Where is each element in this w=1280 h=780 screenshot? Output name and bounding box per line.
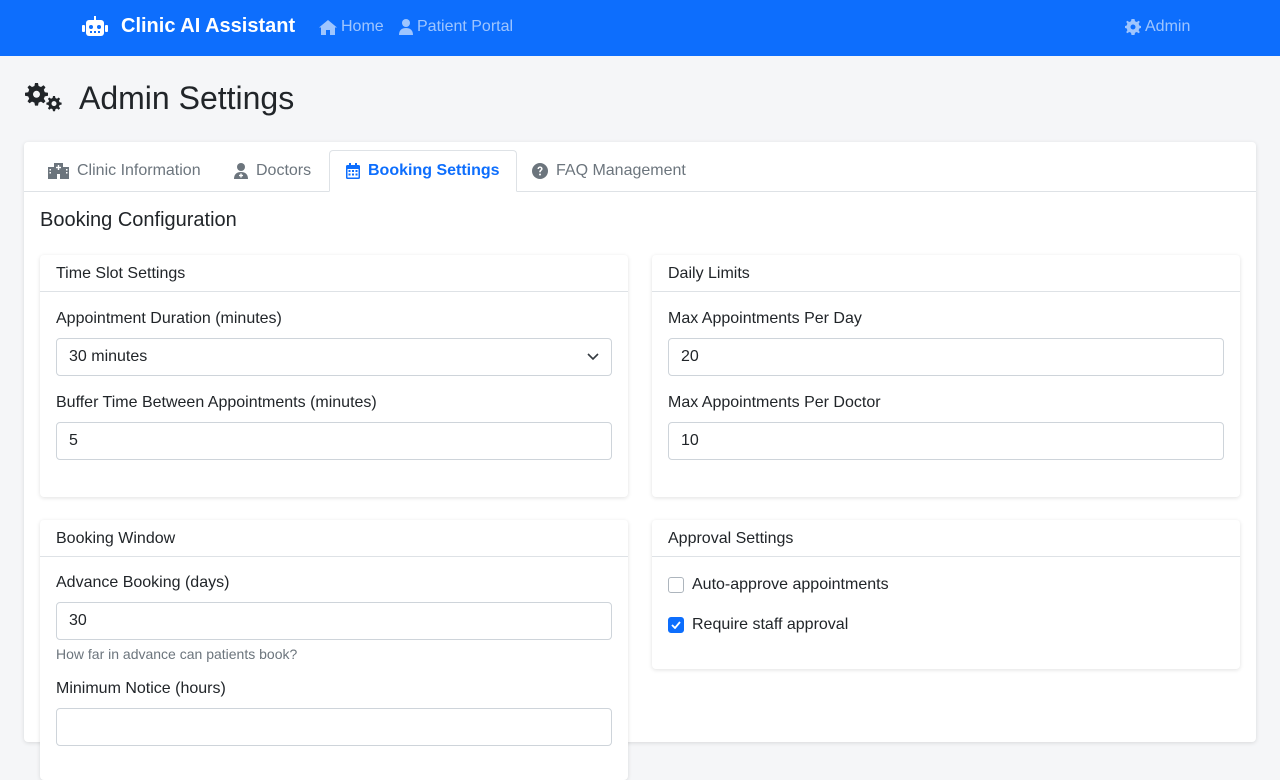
calendar-icon [346,163,360,179]
tab-clinic-information-label: Clinic Information [77,162,201,179]
booking-window-header: Booking Window [40,521,628,557]
appointment-duration-select[interactable]: 30 minutes [56,338,612,376]
advance-booking-input[interactable]: 30 [56,602,612,640]
tab-booking-settings-label: Booking Settings [368,162,500,179]
booking-configuration-title: Booking Configuration [40,209,237,231]
appointment-duration-label: Appointment Duration (minutes) [56,310,282,327]
brand[interactable]: Clinic AI Assistant [82,15,295,38]
page-title: Admin Settings [24,80,294,117]
doctor-icon [234,163,248,179]
auto-approve-label: Auto-approve appointments [692,576,889,593]
require-staff-approval-label: Require staff approval [692,616,849,633]
max-per-doctor-label: Max Appointments Per Doctor [668,394,881,411]
minimum-notice-label: Minimum Notice (hours) [56,680,226,697]
buffer-time-input[interactable]: 5 [56,422,612,460]
brand-name: Clinic AI Assistant [121,15,296,37]
tab-doctors[interactable]: Doctors [218,150,327,192]
settings-tabs: Clinic Information Doctors Booking Setti… [24,150,1256,192]
auto-approve-option[interactable]: Auto-approve appointments [668,573,1224,597]
gear-icon [1125,19,1141,35]
max-per-day-label: Max Appointments Per Day [668,310,862,327]
time-slot-settings-card: Time Slot Settings Appointment Duration … [40,255,628,497]
nav-home-label: Home [341,18,384,35]
nav-patient-portal-link[interactable]: Patient Portal [399,18,513,36]
user-icon [399,19,413,35]
time-slot-settings-header: Time Slot Settings [40,256,628,292]
nav-patient-portal-label: Patient Portal [417,18,514,35]
tab-booking-settings[interactable]: Booking Settings [329,150,517,192]
chevron-down-icon [587,353,599,361]
require-staff-approval-option[interactable]: Require staff approval [668,613,1224,637]
nav-admin-label: Admin [1145,18,1191,35]
tab-faq-management-label: FAQ Management [556,162,686,179]
daily-limits-card: Daily Limits Max Appointments Per Day 20… [652,255,1240,497]
approval-settings-header: Approval Settings [652,521,1240,557]
tab-doctors-label: Doctors [256,162,312,179]
buffer-time-label: Buffer Time Between Appointments (minute… [56,394,377,411]
tab-faq-management[interactable]: FAQ Management [516,150,702,192]
tab-clinic-information[interactable]: Clinic Information [32,150,217,192]
auto-approve-checkbox[interactable] [668,577,684,593]
question-circle-icon [532,163,548,179]
daily-limits-header: Daily Limits [652,256,1240,292]
minimum-notice-input[interactable] [56,708,612,746]
advance-booking-label: Advance Booking (days) [56,574,230,591]
page-title-text: Admin Settings [79,80,295,116]
booking-window-card: Booking Window Advance Booking (days) 30… [40,520,628,780]
require-staff-approval-checkbox[interactable] [668,617,684,633]
nav-admin-link[interactable]: Admin [1125,18,1190,36]
max-per-doctor-input[interactable]: 10 [668,422,1224,460]
gears-icon [25,82,62,111]
home-icon [319,19,337,35]
advance-booking-help: How far in advance can patients book? [56,646,298,662]
hospital-icon [48,163,69,179]
nav-home-link[interactable]: Home [319,18,384,36]
appointment-duration-value: 30 minutes [69,348,148,365]
approval-settings-card: Approval Settings Auto-approve appointme… [652,520,1240,669]
check-icon [671,621,681,629]
max-per-day-input[interactable]: 20 [668,338,1224,376]
robot-icon [82,15,108,36]
top-navbar: Clinic AI Assistant Home Patient Portal … [0,0,1280,56]
settings-card: Clinic Information Doctors Booking Setti… [24,142,1256,780]
